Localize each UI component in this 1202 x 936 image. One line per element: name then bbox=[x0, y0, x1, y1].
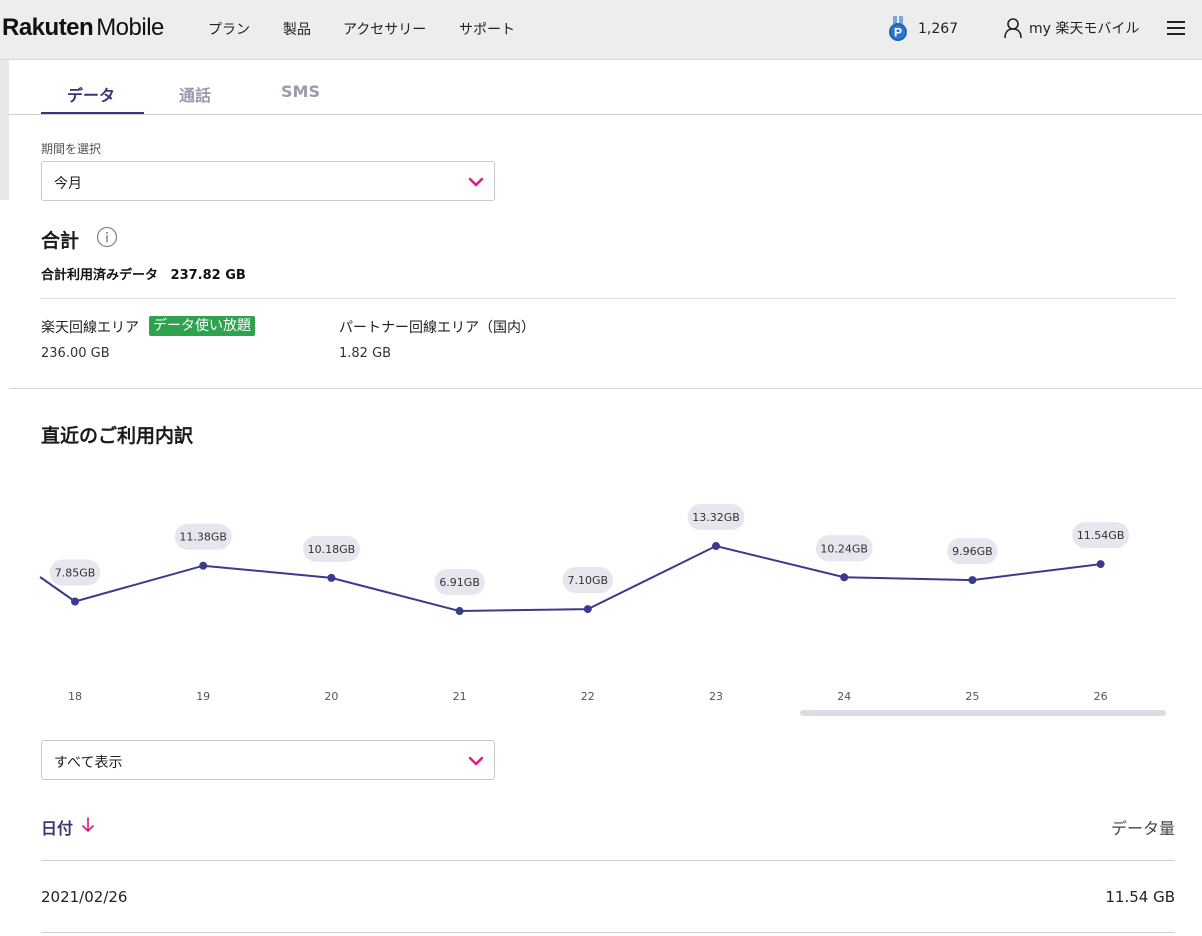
data-label: 13.32GB bbox=[692, 511, 740, 524]
partner-area-value: 1.82 GB bbox=[339, 346, 392, 361]
unlimited-data-badge: データ使い放題 bbox=[149, 316, 255, 336]
logo-text-bold: Rakuten bbox=[2, 14, 94, 41]
section-divider bbox=[9, 388, 1202, 389]
data-label: 6.91GB bbox=[439, 576, 480, 589]
total-heading: 合計 bbox=[41, 230, 80, 252]
x-tick-label: 22 bbox=[581, 690, 595, 703]
data-point[interactable] bbox=[840, 573, 849, 582]
x-tick-label: 26 bbox=[1094, 690, 1108, 703]
chevron-down-icon bbox=[468, 756, 484, 766]
data-label: 10.18GB bbox=[308, 543, 356, 556]
data-point[interactable] bbox=[712, 542, 720, 551]
account-label: my 楽天モバイル bbox=[1029, 21, 1140, 37]
data-point[interactable] bbox=[327, 573, 336, 582]
x-tick-label: 19 bbox=[196, 690, 210, 703]
period-select-value: 今月 bbox=[54, 176, 82, 192]
hamburger-menu-icon bbox=[1167, 21, 1185, 35]
data-point[interactable] bbox=[199, 561, 208, 570]
logo-text-light: Mobile bbox=[96, 14, 164, 41]
tab-calls[interactable]: 通話 bbox=[179, 82, 211, 106]
data-point[interactable] bbox=[1096, 560, 1105, 569]
rakuten-area-value: 236.00 GB bbox=[41, 346, 110, 361]
data-point[interactable] bbox=[71, 597, 79, 606]
points-value: 1,267 bbox=[918, 21, 959, 37]
x-tick-label: 24 bbox=[837, 690, 851, 703]
info-icon[interactable] bbox=[96, 226, 118, 248]
usage-filter-select[interactable]: すべて表示 bbox=[41, 740, 495, 780]
nav-support[interactable]: サポート bbox=[459, 19, 515, 39]
user-icon bbox=[1004, 18, 1022, 39]
rakuten-area-label: 楽天回線エリア bbox=[41, 320, 139, 336]
daily-usage-line-chart: 7.85GB 18 11.38GB 19 10.18GB 20 6.91GB 21 7.10GB… bbox=[39, 504, 1129, 703]
data-label: 7.85GB bbox=[55, 567, 96, 580]
data-point[interactable] bbox=[968, 576, 977, 585]
rakuten-points-medal-icon: P bbox=[889, 16, 907, 41]
data-label: 11.54GB bbox=[1077, 529, 1125, 542]
x-tick-label: 25 bbox=[965, 690, 979, 703]
x-tick-label: 18 bbox=[68, 690, 82, 703]
active-tab-indicator bbox=[41, 112, 144, 114]
nav-products[interactable]: 製品 bbox=[283, 19, 311, 39]
x-tick-label: 23 bbox=[709, 690, 723, 703]
points-display[interactable]: P 1,267 bbox=[888, 16, 958, 42]
my-rakuten-mobile-link[interactable]: my 楽天モバイル bbox=[1003, 17, 1139, 39]
table-header-divider bbox=[41, 860, 1175, 861]
nav-plan[interactable]: プラン bbox=[208, 19, 250, 39]
x-tick-label: 20 bbox=[324, 690, 338, 703]
data-label: 10.24GB bbox=[820, 542, 868, 555]
hamburger-menu-button[interactable] bbox=[1166, 19, 1186, 41]
data-point[interactable] bbox=[455, 607, 464, 616]
chart-horizontal-scrollbar[interactable] bbox=[800, 710, 1166, 716]
partner-area-label: パートナー回線エリア（国内） bbox=[339, 320, 535, 336]
data-label: 11.38GB bbox=[179, 531, 227, 544]
total-used-label: 合計利用済みデータ bbox=[41, 268, 159, 283]
tab-sms[interactable]: SMS bbox=[281, 82, 320, 101]
period-select[interactable]: 今月 bbox=[41, 161, 495, 201]
rakuten-mobile-logo[interactable]: Rakuten Mobile bbox=[2, 14, 164, 42]
divider bbox=[41, 298, 1175, 299]
recent-usage-heading: 直近のご利用内訳 bbox=[41, 425, 194, 447]
table-row-amount: 11.54 GB bbox=[1105, 888, 1175, 906]
period-label: 期間を選択 bbox=[41, 142, 102, 156]
data-label: 9.96GB bbox=[952, 545, 993, 558]
svg-text:P: P bbox=[894, 26, 902, 40]
usage-filter-value: すべて表示 bbox=[54, 755, 123, 771]
total-used-data: 合計利用済みデータ 237.82 GB bbox=[41, 264, 246, 283]
x-tick-label: 21 bbox=[453, 690, 467, 703]
data-label: 7.10GB bbox=[568, 574, 609, 587]
column-header-data-amount: データ量 bbox=[1110, 819, 1175, 838]
left-gutter bbox=[0, 60, 9, 200]
tab-data[interactable]: データ bbox=[67, 82, 115, 106]
sort-descending-arrow-icon[interactable] bbox=[80, 816, 96, 834]
column-header-date[interactable]: 日付 bbox=[41, 815, 73, 839]
top-navigation-bar: Rakuten Mobile プラン 製品 アクセサリー サポート P 1,267… bbox=[0, 0, 1202, 60]
table-row-divider bbox=[41, 932, 1175, 933]
table-row-date: 2021/02/26 bbox=[41, 888, 128, 906]
total-used-value: 237.82 GB bbox=[170, 268, 246, 283]
data-point[interactable] bbox=[583, 605, 592, 614]
nav-accessories[interactable]: アクセサリー bbox=[343, 19, 426, 39]
usage-type-tabs: データ 通話 SMS bbox=[9, 60, 1202, 115]
chevron-down-icon bbox=[468, 177, 484, 187]
